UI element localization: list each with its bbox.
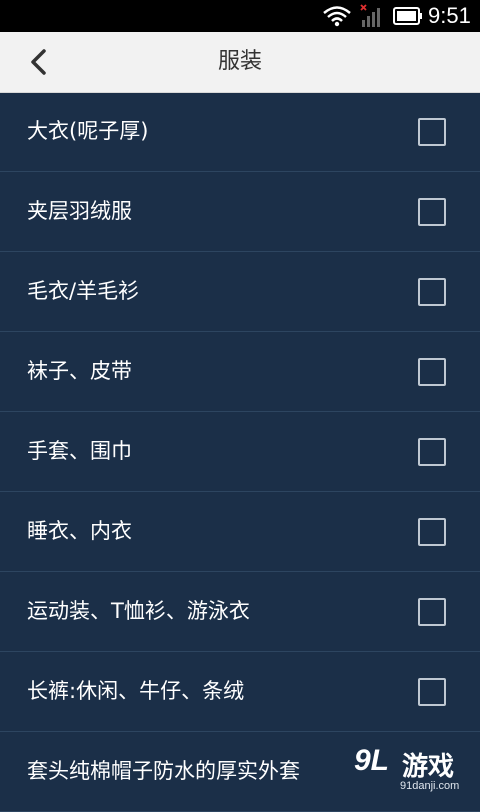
item-label: 运动装、T恤衫、游泳衣	[27, 599, 250, 623]
item-label: 套头纯棉帽子防水的厚实外套	[27, 759, 300, 783]
watermark-logo: 9L	[354, 744, 390, 777]
signal-icon	[360, 4, 380, 27]
list-item[interactable]: 毛衣/羊毛衫	[0, 252, 480, 332]
item-checkbox[interactable]	[418, 118, 446, 146]
watermark-url: 91danji.com	[400, 780, 460, 792]
list-item[interactable]: 袜子、皮带	[0, 332, 480, 412]
list-item[interactable]: 长裤:休闲、牛仔、条绒	[0, 652, 480, 732]
item-checkbox[interactable]	[418, 358, 446, 386]
list-item[interactable]: 大衣(呢子厚)	[0, 92, 480, 172]
status-clock: 9:51	[428, 3, 471, 28]
item-label: 睡衣、内衣	[27, 519, 132, 543]
wifi-icon	[323, 6, 351, 27]
list-item[interactable]: 夹层羽绒服	[0, 172, 480, 252]
page-title: 服装	[217, 49, 262, 74]
watermark-name: 游戏	[402, 752, 455, 782]
item-checkbox[interactable]	[418, 278, 446, 306]
item-label: 夹层羽绒服	[27, 199, 132, 223]
item-checkbox[interactable]	[418, 518, 446, 546]
app-header: 服装	[0, 32, 480, 93]
item-checkbox[interactable]	[418, 438, 446, 466]
list-item[interactable]: 手套、围巾	[0, 412, 480, 492]
list-item[interactable]: 睡衣、内衣	[0, 492, 480, 572]
item-label: 长裤:休闲、牛仔、条绒	[27, 679, 245, 703]
battery-icon	[393, 7, 422, 25]
watermark: 9L 游戏 91danji.com	[320, 738, 480, 800]
item-checkbox[interactable]	[418, 678, 446, 706]
item-label: 毛衣/羊毛衫	[27, 279, 140, 303]
item-label: 袜子、皮带	[27, 359, 132, 383]
item-label: 手套、围巾	[27, 439, 132, 463]
item-checkbox[interactable]	[418, 198, 446, 226]
item-label: 大衣(呢子厚)	[27, 119, 149, 143]
status-bar: 9:51	[0, 0, 480, 32]
clothing-checklist: 大衣(呢子厚) 夹层羽绒服 毛衣/羊毛衫 袜子、皮带 手套、围巾 睡衣、内衣 运…	[0, 92, 480, 812]
list-item[interactable]: 运动装、T恤衫、游泳衣	[0, 572, 480, 652]
item-checkbox[interactable]	[418, 598, 446, 626]
